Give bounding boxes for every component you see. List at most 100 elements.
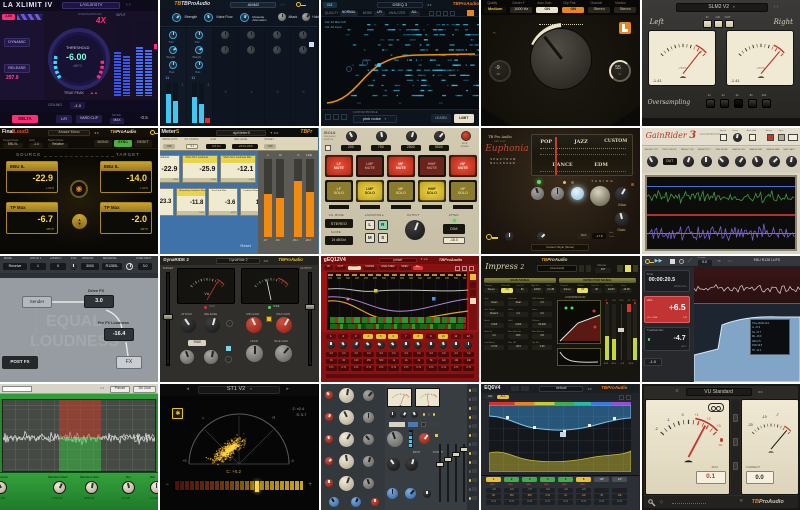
band-header: 6	[388, 334, 399, 339]
tile-tilt-oneknob[interactable]: Quality Medium Center F. 1000 Hz Auto Ga…	[481, 0, 640, 126]
band-gain: 0.0	[388, 352, 400, 357]
all-chip: ALL	[497, 394, 510, 399]
analyzer-chip: ANALYZER	[378, 265, 397, 270]
preset-box: LAxLimit IV	[62, 2, 120, 9]
lf-solo-button: LF SOLO	[324, 180, 353, 202]
tile-loudness-meter[interactable]: ▶▶ ／ Duration 0.0 ∞ ◌◌ EBU R128 LUFS Tim…	[641, 256, 800, 382]
select-icon: ◌◌	[727, 258, 733, 263]
max-label: MAX	[580, 484, 585, 486]
target-label: TARGET	[116, 152, 140, 157]
band-header: 1	[325, 334, 336, 339]
tile-mvmeter2[interactable]: ≡ VU Standard ◂ ▸ -2 -1 0 +1 +2 +3 OL MA…	[641, 384, 800, 510]
meter-value: -45.1	[292, 239, 298, 242]
minus-label: −	[165, 482, 169, 488]
button-label: Auto Hold	[746, 130, 757, 132]
strip-knob-label: Weight	[192, 55, 202, 59]
xover-knob-1	[345, 131, 357, 142]
vu-meter	[386, 388, 412, 407]
tile-isol8[interactable]: ISOL8 FREQUENCY MONITOR 200 700 2500 900…	[320, 128, 480, 254]
preset-box: DynaRide 2	[216, 257, 261, 264]
max-label: Max	[618, 203, 626, 207]
band-toggle: 6	[576, 477, 592, 482]
param-value: -46.0	[508, 345, 529, 350]
profile-dropdown: pink noise ▼	[352, 115, 397, 123]
param-value: 0.00	[532, 345, 553, 350]
os-button	[733, 99, 743, 108]
led	[468, 416, 472, 419]
plus-label: +	[308, 482, 312, 488]
plugin-logo: Euphonia III	[485, 144, 537, 154]
meter-value: -23.4	[628, 363, 634, 365]
atten-label: ATTEN.	[448, 213, 460, 217]
band-freq: 30	[325, 359, 337, 364]
band-q: 0.71	[438, 366, 450, 371]
button-chip	[472, 433, 478, 437]
fader-track	[446, 444, 449, 502]
match-mode-value: Relative	[48, 142, 68, 148]
loudness-box: Short-Term Loudness Max -12.1 LUFS	[220, 155, 257, 183]
band-q-value: 0.71	[576, 500, 592, 505]
toolbar-icon	[435, 10, 441, 16]
axis-plus-s-label: +S	[182, 459, 187, 463]
tile-slm2[interactable]: SLM2 V2 ▾ ‹ › IN GR OUT Left Right dBFS -…	[641, 0, 800, 126]
mode-led	[571, 181, 575, 184]
preset-box: DSEQ 3	[376, 1, 423, 8]
dim-led	[452, 219, 456, 222]
knob-panel	[0, 472, 158, 510]
tile-finalloud3[interactable]: FinalLoud3 Amaze Mono ◂ ▸ TBProAudio Tar…	[0, 128, 159, 254]
max-value: -17.8	[592, 233, 607, 239]
param-value: 0.000	[508, 323, 529, 328]
plugin-logo: ISOL8	[323, 130, 336, 135]
ride-led	[268, 306, 272, 309]
autogain-value: ON	[536, 7, 559, 13]
xover-knob-2	[375, 131, 387, 142]
duration-value: 0.0	[697, 260, 712, 266]
tile-ablm2[interactable]: MODE Receive LINK ID 1 1 LATENCY 0 FOC W…	[0, 256, 159, 382]
spectrogram-strip	[329, 317, 466, 323]
write-auto-value: OFF	[163, 143, 176, 149]
monitor-value: Stereo	[614, 7, 637, 13]
peak-chip: 1.00	[2, 14, 15, 20]
preset-box: Amaze Mono	[48, 129, 90, 136]
tile-st1[interactable]: ◂ ST1 V2 ▾ ▸ ✱ L R +S -S Z: x2.4 S: 5.7 C…	[160, 384, 319, 510]
os-4x-label: 4x	[735, 93, 739, 97]
tile-dynaride2[interactable]: DynaRIDE 2 DynaRide 2 ◂ ▸ TBProAudio TAR…	[160, 256, 319, 382]
left-panel	[0, 11, 44, 100]
tile-dpmeter5[interactable]: Meter5 dpMeter5 ▾ ◂ ▸ TBPr WRITE AUTO. O…	[160, 128, 319, 254]
tile-gainrider3[interactable]: GainRider 3 GAIN DETECTION Speed Force A…	[641, 128, 800, 254]
tp-label: TruePeak Max	[646, 328, 664, 332]
io-button-lit	[625, 265, 632, 272]
gain-knob	[324, 435, 333, 443]
param-label: Attack	[484, 320, 490, 322]
param-label: Channel	[484, 285, 492, 287]
mini-button	[732, 414, 738, 422]
reset-button: RESET	[134, 139, 152, 147]
tile-la-xlimit-iv[interactable]: LA XLIMIT IV LAxLimit IV ‹ › 1.00 DYNAMI…	[0, 0, 159, 126]
param-label: Auto Gain	[537, 1, 552, 5]
knob-label: Attack	[288, 15, 298, 19]
band-toggle: 2	[504, 477, 520, 482]
mode-chip	[428, 422, 441, 427]
gain-knob	[324, 413, 333, 421]
target-tp-panel: TP Max -2.0 dBTP	[100, 202, 152, 234]
gain-chip: -1.0	[643, 358, 662, 366]
tile-eq6v4[interactable]: EQ6V4 default ◂ ▸ TBProAudio GR ALL 1 2 …	[481, 384, 640, 510]
param-value: 0.0	[484, 334, 505, 339]
knob-label: Selection Size	[80, 475, 99, 479]
tile-geq12v4[interactable]: gEQ12V4 preset ▾ ◂ ▸ TBProAudio IN OUT P…	[320, 256, 480, 382]
box-unit: dBTP	[230, 211, 237, 214]
band-header: 3	[350, 334, 361, 339]
lf-mute-button: LF MUTE	[324, 155, 353, 177]
tile-impress2[interactable]: TBProAudio Impress 2 (impress2) Master I…	[481, 256, 640, 382]
tile-spectral-select[interactable]: ∧∨ Pause 2in 2out Threshold -12.0 dB Sel…	[0, 384, 159, 510]
strip-number: 1	[181, 83, 184, 87]
tile-dseq3[interactable]: D3 DSEQ 3 ◂ ▸ TBProAudio QUALITY NORMAL …	[320, 0, 480, 126]
left-meter-label: Left	[649, 18, 664, 26]
tile-amm2[interactable]: TBTBProAudio AMM2 ‹ › Strength Noise Flo…	[160, 0, 319, 126]
tile-console-strip[interactable]: INPUT OUTPUT	[320, 384, 480, 510]
spectrogram-strip	[329, 324, 466, 329]
out-meter-r	[145, 20, 152, 96]
mono-button: MONO	[94, 139, 112, 147]
param-value: 80.000	[532, 323, 553, 328]
tile-euphonia[interactable]: TB Pro Audio EST. 2012 Euphonia III SPEC…	[481, 128, 640, 254]
